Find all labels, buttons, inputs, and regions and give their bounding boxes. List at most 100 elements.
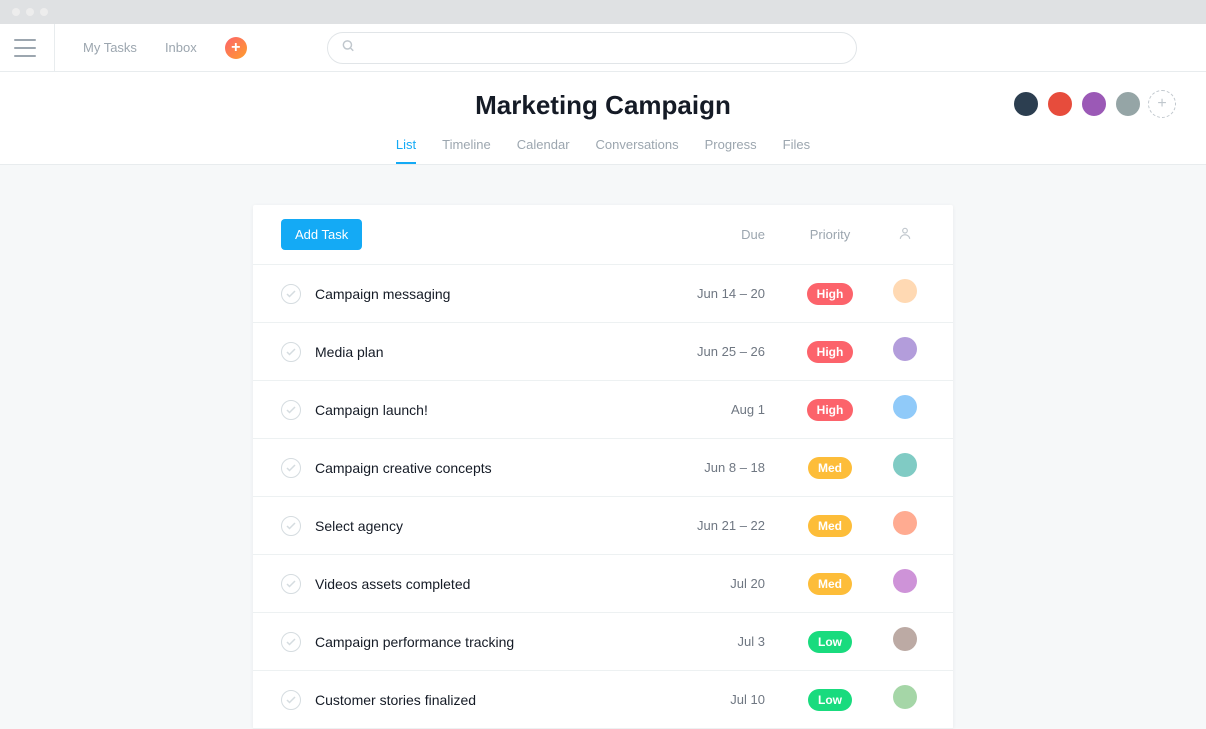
tab-progress[interactable]: Progress <box>705 137 757 164</box>
task-assignee[interactable] <box>885 627 925 656</box>
task-row[interactable]: Select agencyJun 21 – 22 Med <box>253 497 953 555</box>
task-row[interactable]: Media planJun 25 – 26 High <box>253 323 953 381</box>
priority-pill: High <box>807 341 854 363</box>
complete-checkbox[interactable] <box>281 342 301 362</box>
task-priority[interactable]: High <box>785 399 875 421</box>
task-priority[interactable]: Low <box>785 689 875 711</box>
task-due: Jun 21 – 22 <box>655 518 765 533</box>
task-assignee[interactable] <box>885 337 925 366</box>
nav-inbox[interactable]: Inbox <box>165 40 197 55</box>
task-name: Campaign performance tracking <box>315 634 655 650</box>
assignee-avatar <box>893 279 917 303</box>
task-row[interactable]: Campaign performance trackingJul 3 Low <box>253 613 953 671</box>
task-row[interactable]: Campaign messagingJun 14 – 20 High <box>253 265 953 323</box>
priority-pill: Med <box>808 573 852 595</box>
tab-files[interactable]: Files <box>783 137 810 164</box>
task-name: Customer stories finalized <box>315 692 655 708</box>
priority-pill: Low <box>808 631 852 653</box>
project-tabs: List Timeline Calendar Conversations Progres… <box>0 137 1206 164</box>
task-due: Jul 10 <box>655 692 765 707</box>
member-avatar[interactable] <box>1012 90 1040 118</box>
member-avatar[interactable] <box>1114 90 1142 118</box>
complete-checkbox[interactable] <box>281 284 301 304</box>
task-name: Campaign launch! <box>315 402 655 418</box>
task-name: Select agency <box>315 518 655 534</box>
task-priority[interactable]: High <box>785 283 875 305</box>
task-due: Jun 8 – 18 <box>655 460 765 475</box>
assignee-avatar <box>893 685 917 709</box>
menu-icon[interactable] <box>14 39 36 57</box>
complete-checkbox[interactable] <box>281 458 301 478</box>
search-wrap <box>327 32 857 64</box>
plus-icon: + <box>231 40 240 56</box>
member-avatar[interactable] <box>1080 90 1108 118</box>
assignee-avatar <box>893 627 917 651</box>
task-name: Videos assets completed <box>315 576 655 592</box>
assignee-avatar <box>893 395 917 419</box>
assignee-avatar <box>893 511 917 535</box>
project-header: Marketing Campaign + ListTimelineCalenda… <box>0 72 1206 165</box>
task-priority[interactable]: Med <box>785 515 875 537</box>
task-due: Aug 1 <box>655 402 765 417</box>
task-name: Media plan <box>315 344 655 360</box>
task-list-panel: Add Task Due Priority Campaign messaging… <box>253 205 953 729</box>
search-input[interactable] <box>327 32 857 64</box>
tab-list[interactable]: List <box>396 137 416 164</box>
top-bar: My Tasks Inbox + <box>0 24 1206 72</box>
traffic-light-dot <box>12 8 20 16</box>
assignee-avatar <box>893 569 917 593</box>
person-icon <box>898 226 912 240</box>
plus-icon: + <box>1157 95 1166 113</box>
nav-my-tasks[interactable]: My Tasks <box>83 40 137 55</box>
task-name: Campaign creative concepts <box>315 460 655 476</box>
add-task-button[interactable]: Add Task <box>281 219 362 250</box>
task-due: Jul 3 <box>655 634 765 649</box>
browser-chrome <box>0 0 1206 24</box>
traffic-light-dot <box>26 8 34 16</box>
column-header-assignee <box>885 226 925 243</box>
panel-header: Add Task Due Priority <box>253 205 953 265</box>
assignee-avatar <box>893 337 917 361</box>
complete-checkbox[interactable] <box>281 632 301 652</box>
task-assignee[interactable] <box>885 685 925 714</box>
add-member-button[interactable]: + <box>1148 90 1176 118</box>
task-row[interactable]: Campaign creative conceptsJun 8 – 18 Med <box>253 439 953 497</box>
member-avatar[interactable] <box>1046 90 1074 118</box>
priority-pill: Low <box>808 689 852 711</box>
quick-add-button[interactable]: + <box>225 37 247 59</box>
priority-pill: Med <box>808 515 852 537</box>
task-row[interactable]: Videos assets completedJul 20 Med <box>253 555 953 613</box>
complete-checkbox[interactable] <box>281 574 301 594</box>
assignee-avatar <box>893 453 917 477</box>
content-canvas: Add Task Due Priority Campaign messaging… <box>0 165 1206 729</box>
task-priority[interactable]: Low <box>785 631 875 653</box>
complete-checkbox[interactable] <box>281 516 301 536</box>
tab-timeline[interactable]: Timeline <box>442 137 491 164</box>
task-due: Jun 14 – 20 <box>655 286 765 301</box>
task-name: Campaign messaging <box>315 286 655 302</box>
task-assignee[interactable] <box>885 569 925 598</box>
task-assignee[interactable] <box>885 453 925 482</box>
search-icon <box>341 38 355 57</box>
task-priority[interactable]: Med <box>785 457 875 479</box>
column-header-due: Due <box>655 227 765 242</box>
project-members: + <box>1012 90 1176 118</box>
column-header-priority: Priority <box>785 227 875 242</box>
task-due: Jun 25 – 26 <box>655 344 765 359</box>
task-due: Jul 20 <box>655 576 765 591</box>
task-assignee[interactable] <box>885 395 925 424</box>
priority-pill: High <box>807 283 854 305</box>
complete-checkbox[interactable] <box>281 400 301 420</box>
divider <box>54 24 55 72</box>
priority-pill: High <box>807 399 854 421</box>
priority-pill: Med <box>808 457 852 479</box>
task-assignee[interactable] <box>885 279 925 308</box>
task-row[interactable]: Campaign launch!Aug 1 High <box>253 381 953 439</box>
task-priority[interactable]: Med <box>785 573 875 595</box>
tab-calendar[interactable]: Calendar <box>517 137 570 164</box>
task-row[interactable]: Customer stories finalizedJul 10 Low <box>253 671 953 729</box>
tab-conversations[interactable]: Conversations <box>596 137 679 164</box>
task-assignee[interactable] <box>885 511 925 540</box>
task-priority[interactable]: High <box>785 341 875 363</box>
complete-checkbox[interactable] <box>281 690 301 710</box>
